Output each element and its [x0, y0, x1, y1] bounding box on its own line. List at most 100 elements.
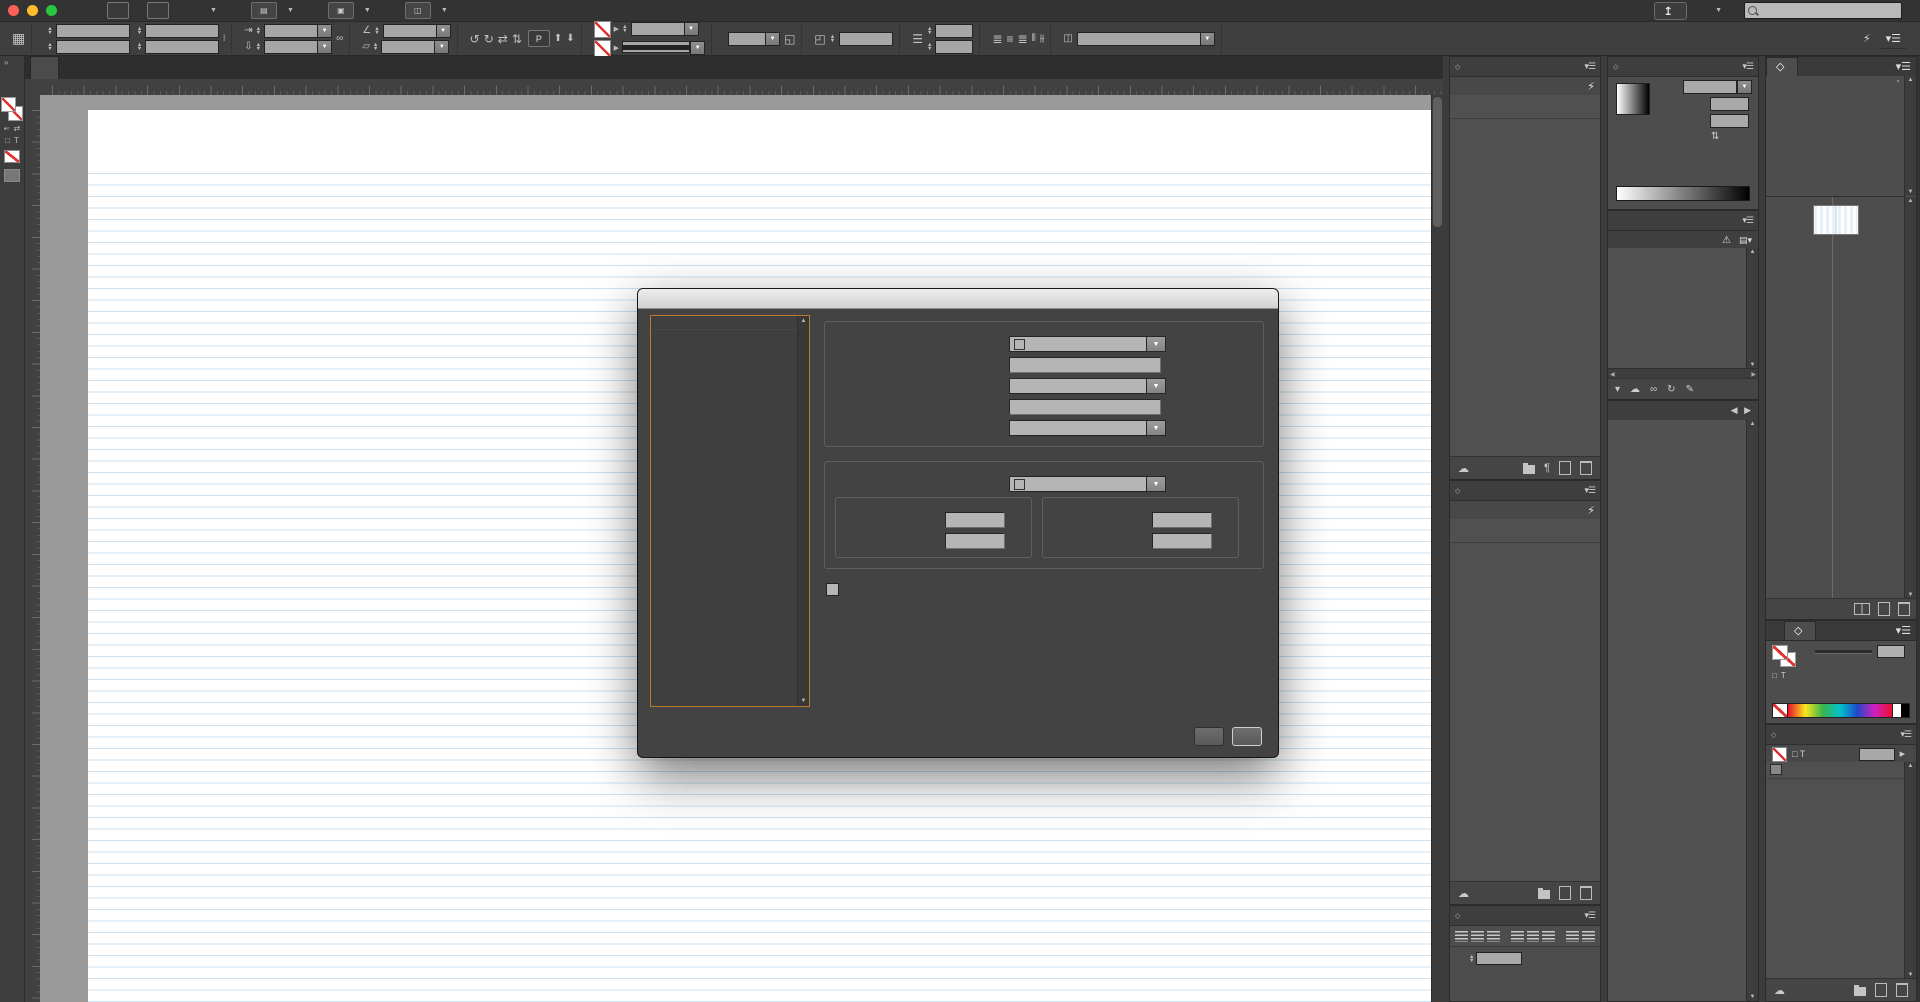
- white-black-swatch[interactable]: [1892, 704, 1909, 717]
- panel-menu-icon[interactable]: ▾☰: [1891, 621, 1916, 640]
- links-scrollbar[interactable]: ▲▼: [1746, 248, 1758, 369]
- panel-menu-icon[interactable]: ▾☰: [1584, 910, 1595, 921]
- gutter-field[interactable]: [935, 40, 973, 54]
- scale-y-field[interactable]: [264, 40, 317, 54]
- flip-horizontal-icon[interactable]: ⇄: [498, 32, 508, 46]
- style-row[interactable]: [1450, 95, 1600, 119]
- object-style-dropdown[interactable]: [1077, 32, 1200, 46]
- gutter-stepper[interactable]: ▲▼: [927, 43, 932, 51]
- tab-seiten[interactable]: ◇: [1766, 57, 1798, 76]
- fill-swatch[interactable]: [1772, 645, 1788, 660]
- formatting-affects-buttons[interactable]: □T: [5, 136, 19, 145]
- panel-menu-icon[interactable]: ▾☰: [1900, 729, 1911, 740]
- stroke-color-swatch[interactable]: [594, 21, 611, 38]
- link-scale-icon[interactable]: ∞: [336, 33, 343, 44]
- pages-list[interactable]: [1766, 197, 1905, 599]
- reverse-icon[interactable]: ⇅: [1711, 131, 1719, 142]
- tint-field[interactable]: [1859, 748, 1895, 761]
- ok-button[interactable]: [1232, 727, 1262, 746]
- horizontal-ruler[interactable]: [40, 79, 1443, 96]
- minimize-window-button[interactable]: [27, 5, 38, 16]
- channel-field[interactable]: [1877, 645, 1905, 658]
- panel-menu-icon[interactable]: ▾☰: [1584, 485, 1595, 496]
- publish-online-button[interactable]: ↥: [1654, 2, 1687, 20]
- angle-field[interactable]: [1710, 97, 1749, 111]
- update-link-icon[interactable]: ↻: [1667, 384, 1675, 395]
- formatting-affects-buttons[interactable]: □T: [1772, 671, 1786, 680]
- baseline-color-dropdown[interactable]: ▼: [1009, 336, 1166, 352]
- apply-none-button[interactable]: [4, 150, 20, 163]
- chevron-down-icon[interactable]: ▼: [1737, 80, 1752, 94]
- rotate-ccw-icon[interactable]: ↺: [470, 32, 480, 46]
- height-field[interactable]: [145, 40, 219, 54]
- trash-icon[interactable]: [1580, 461, 1592, 475]
- fill-stroke-widget[interactable]: [1, 97, 23, 121]
- search-input[interactable]: [1744, 2, 1902, 19]
- chevron-down-icon[interactable]: ▼: [684, 22, 699, 36]
- width-stepper[interactable]: ▲▼: [137, 27, 142, 35]
- edit-original-icon[interactable]: ✎: [1686, 384, 1694, 395]
- default-swap-swatches[interactable]: ▪▫⇄: [4, 124, 20, 133]
- fill-swatch[interactable]: [1, 97, 16, 112]
- scroll-up-icon[interactable]: ▲: [798, 318, 809, 324]
- docgrid-color-dropdown[interactable]: ▼: [1009, 476, 1166, 492]
- gradient-thumbnail[interactable]: [1616, 83, 1650, 115]
- cc-libraries-icon[interactable]: ☁: [1630, 384, 1640, 395]
- cc-libraries-icon[interactable]: ☁: [1458, 462, 1469, 475]
- paragraph-style-icon[interactable]: ¶: [1544, 462, 1550, 474]
- fill-swatch[interactable]: [1772, 747, 1787, 762]
- page-thumbnail[interactable]: [1813, 205, 1859, 235]
- quick-apply-icon[interactable]: ⚡: [1863, 32, 1871, 45]
- maximize-window-button[interactable]: [46, 5, 57, 16]
- corner-radius-field[interactable]: [839, 32, 893, 46]
- new-style-icon[interactable]: [1559, 461, 1571, 475]
- justify-center-button[interactable]: [1527, 930, 1540, 942]
- collapse-tools-icon[interactable]: »: [4, 58, 8, 67]
- links-list[interactable]: [1608, 248, 1747, 369]
- tab-ebenen[interactable]: [1798, 58, 1816, 76]
- preferences-category-list[interactable]: ▲ ▼: [650, 315, 810, 707]
- collapse-icon[interactable]: ◇: [1613, 63, 1618, 71]
- channel-slider[interactable]: [1815, 650, 1872, 654]
- tab-farbe[interactable]: ◇: [1784, 621, 1816, 640]
- master-page-row[interactable]: [1766, 76, 1905, 86]
- collapse-icon[interactable]: ◇: [1455, 912, 1460, 920]
- view-options-dropdown[interactable]: ▤: [251, 2, 277, 19]
- distribute-vertical-icon[interactable]: ⫵: [1040, 33, 1045, 44]
- stroke-style-dropdown[interactable]: [622, 41, 690, 53]
- chevron-down-icon[interactable]: ▼: [690, 41, 705, 55]
- drop-shadow-icon[interactable]: ◱: [784, 32, 795, 46]
- relink-icon[interactable]: ∞: [1650, 384, 1657, 395]
- new-page-icon[interactable]: [1878, 602, 1890, 616]
- v-gridline-field[interactable]: [1152, 512, 1212, 528]
- align-center-icon[interactable]: ≡: [1006, 32, 1013, 46]
- scale-x-stepper[interactable]: ▲▼: [256, 27, 261, 35]
- chevron-down-icon[interactable]: ▼: [434, 40, 449, 54]
- fill-stroke-widget[interactable]: [1772, 645, 1796, 667]
- link-info-scrollbar[interactable]: ▲▼: [1746, 420, 1758, 1001]
- filter-icon[interactable]: ▾: [1615, 384, 1620, 395]
- start-field[interactable]: [1009, 357, 1161, 373]
- new-spread-icon[interactable]: [1854, 603, 1870, 615]
- text-wrap-icon[interactable]: ◫: [1063, 33, 1072, 44]
- masters-scrollbar[interactable]: ▲▼: [1904, 76, 1916, 196]
- increment-field[interactable]: [1009, 399, 1161, 415]
- align-left-button[interactable]: [1455, 930, 1468, 942]
- new-swatch-icon[interactable]: [1875, 983, 1887, 997]
- chevron-right-icon[interactable]: ▶: [1900, 750, 1905, 758]
- justify-right-button[interactable]: [1542, 930, 1555, 942]
- view-threshold-dropdown[interactable]: ▼: [1009, 420, 1166, 436]
- cc-libraries-icon[interactable]: ☁: [1774, 984, 1785, 997]
- scale-y-stepper[interactable]: ▲▼: [256, 43, 261, 51]
- vertical-ruler[interactable]: [25, 95, 41, 1002]
- fill-color-swatch[interactable]: [594, 40, 611, 57]
- chevron-down-icon[interactable]: ▼: [436, 24, 451, 38]
- chevron-right-icon[interactable]: ▶: [614, 25, 619, 33]
- new-group-icon[interactable]: [1854, 987, 1866, 996]
- list-scrollbar[interactable]: ▲ ▼: [797, 316, 809, 706]
- arrange-documents-dropdown[interactable]: ◫: [405, 2, 431, 19]
- panel-menu-icon[interactable]: ▾☰: [1742, 215, 1753, 226]
- chevron-down-icon[interactable]: ▼: [1200, 32, 1215, 46]
- distribute-horizontal-icon[interactable]: ⫴: [1032, 33, 1036, 44]
- cancel-button[interactable]: [1194, 727, 1224, 746]
